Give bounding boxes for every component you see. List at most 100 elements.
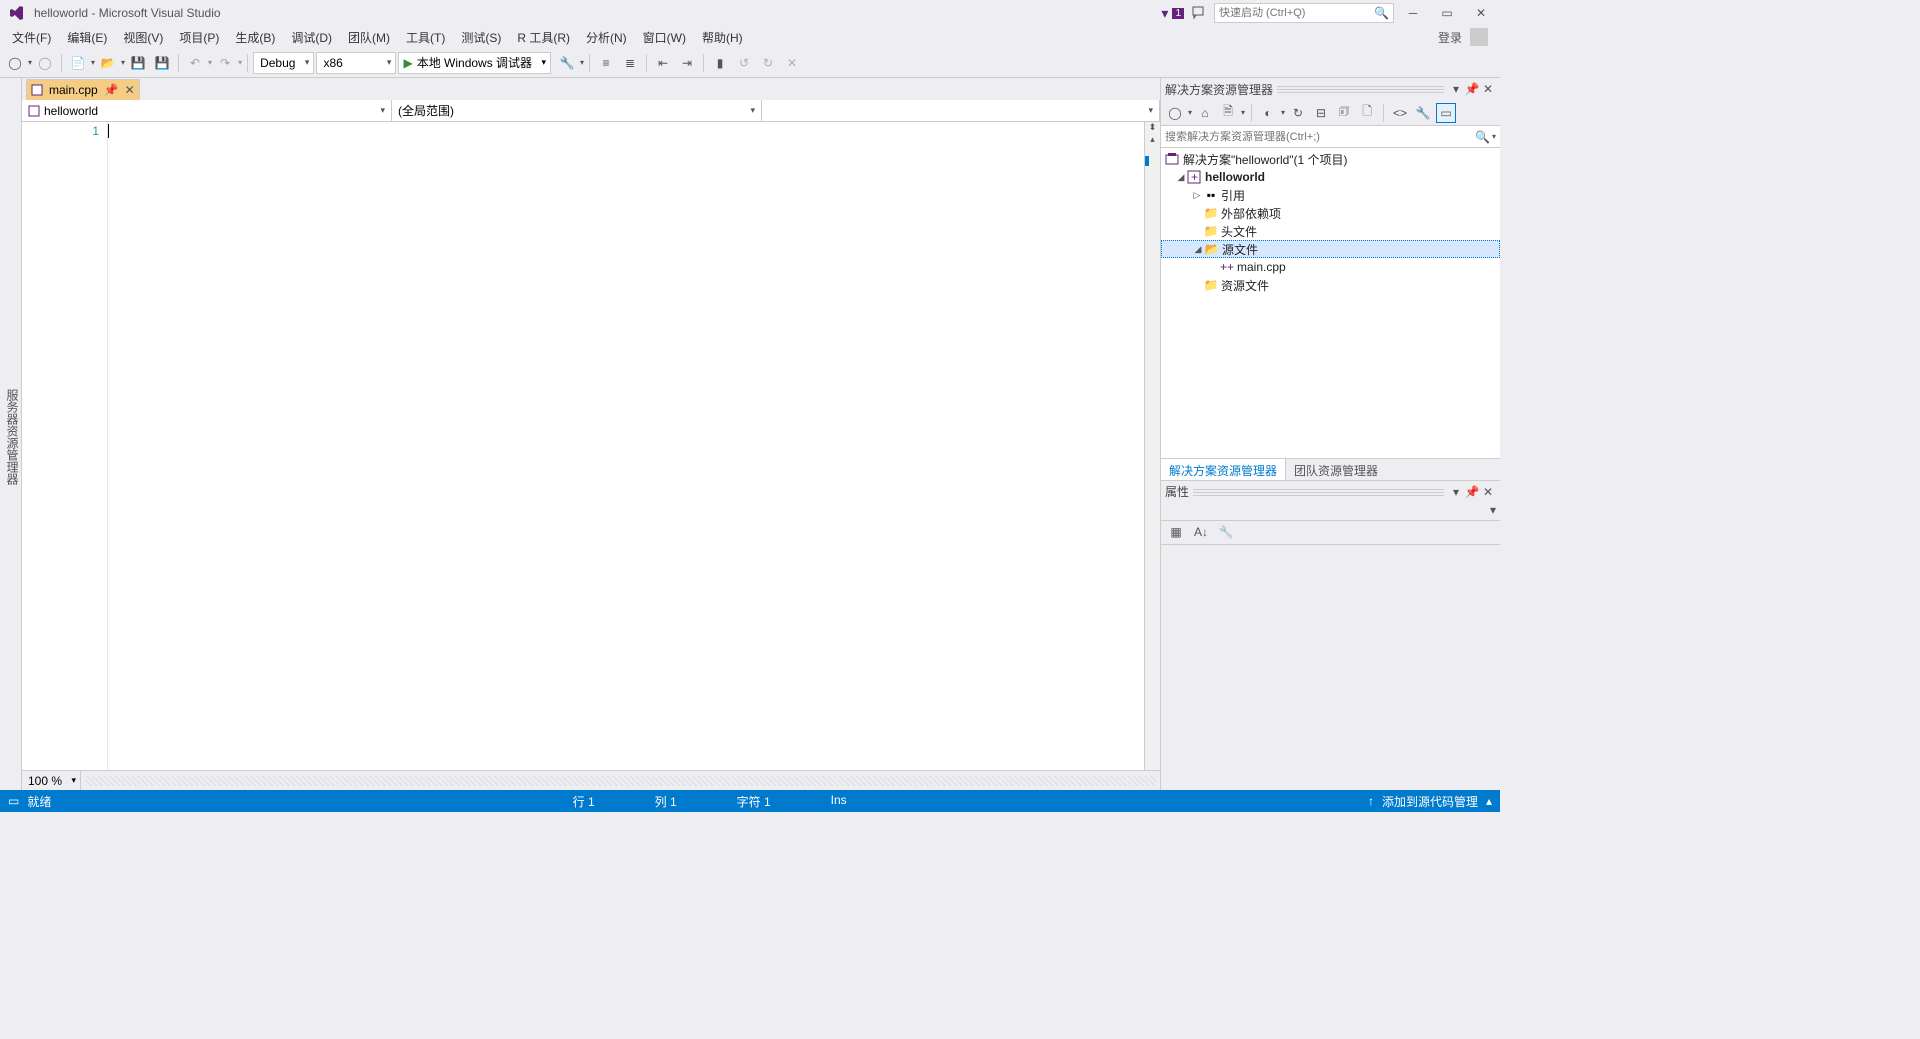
feedback-icon[interactable]: [1188, 2, 1210, 24]
chevron-down-icon[interactable]: ◢: [1192, 244, 1204, 255]
pending-changes-button[interactable]: ◐: [1258, 103, 1278, 123]
new-project-button[interactable]: 📄: [67, 52, 89, 74]
toolbar-icon-6[interactable]: ↺: [733, 52, 755, 74]
nav-scope-dropdown[interactable]: (全局范围): [392, 100, 762, 121]
categorized-button[interactable]: ▦: [1165, 521, 1187, 543]
chevron-up-icon[interactable]: ▴: [1486, 794, 1492, 808]
output-pane-icon[interactable]: ▭: [8, 794, 19, 808]
undo-button[interactable]: ↶: [184, 52, 206, 74]
solution-tree[interactable]: 解决方案"helloworld"(1 个项目) ◢ + helloworld ▷…: [1161, 148, 1500, 458]
scroll-up-icon[interactable]: ▴: [1145, 134, 1160, 145]
open-file-button[interactable]: 📂: [97, 52, 119, 74]
sources-node[interactable]: ◢ 📂 源文件: [1161, 240, 1500, 258]
toolbar-icon-8[interactable]: ✕: [781, 52, 803, 74]
collapse-all-button[interactable]: ⊟: [1311, 103, 1331, 123]
alphabetical-button[interactable]: A↓: [1190, 521, 1212, 543]
panel-close-button[interactable]: ✕: [1480, 82, 1496, 96]
properties-button[interactable]: 🗋: [1357, 103, 1377, 123]
toolbar-icon-bookmark[interactable]: ▮: [709, 52, 731, 74]
zoom-dropdown[interactable]: 100 %: [22, 771, 81, 790]
home-button[interactable]: ⌂: [1195, 103, 1215, 123]
toolbar-icon-1[interactable]: 🔧: [556, 52, 578, 74]
redo-button[interactable]: ↷: [214, 52, 236, 74]
toolbar-icon-3[interactable]: ≣: [619, 52, 641, 74]
footer-grip[interactable]: [85, 776, 1156, 786]
headers-node[interactable]: 📁 头文件: [1161, 222, 1500, 240]
nav-project-dropdown[interactable]: helloworld: [22, 100, 392, 121]
properties-object-dropdown[interactable]: ▾: [1161, 503, 1500, 521]
configuration-dropdown[interactable]: Debug: [253, 52, 314, 74]
tab-team-explorer[interactable]: 团队资源管理器: [1286, 459, 1386, 480]
code-body[interactable]: [108, 122, 1144, 770]
maximize-button[interactable]: ▭: [1432, 3, 1462, 23]
start-debugging-button[interactable]: ▶ 本地 Windows 调试器: [398, 52, 551, 74]
code-editor[interactable]: 1 ⬍ ▴: [22, 122, 1160, 770]
platform-dropdown[interactable]: x86: [316, 52, 396, 74]
view-mode-button[interactable]: ▭: [1436, 103, 1456, 123]
search-icon[interactable]: 🔍: [1475, 130, 1490, 144]
external-deps-node[interactable]: 📁 外部依赖项: [1161, 204, 1500, 222]
save-all-button[interactable]: 💾: [151, 52, 173, 74]
save-button[interactable]: 💾: [127, 52, 149, 74]
sync-button[interactable]: 🗎: [1218, 103, 1238, 123]
menu-build[interactable]: 生成(B): [227, 27, 283, 48]
menu-help[interactable]: 帮助(H): [694, 27, 751, 48]
properties-grid[interactable]: [1161, 545, 1500, 790]
chevron-right-icon[interactable]: ▷: [1191, 190, 1203, 201]
menu-tools[interactable]: 工具(T): [398, 27, 453, 48]
user-avatar-icon[interactable]: [1470, 28, 1488, 46]
search-icon[interactable]: 🔍: [1374, 6, 1389, 20]
menu-debug[interactable]: 调试(D): [283, 27, 340, 48]
quick-launch-input[interactable]: [1219, 7, 1374, 19]
solution-node[interactable]: 解决方案"helloworld"(1 个项目): [1161, 150, 1500, 168]
quick-launch-search[interactable]: 🔍: [1214, 3, 1394, 23]
server-explorer-tab[interactable]: 服务器资源管理器: [4, 389, 21, 485]
preview-button[interactable]: <>: [1390, 103, 1410, 123]
show-all-files-button[interactable]: 🗊: [1334, 103, 1354, 123]
references-node[interactable]: ▷ ▪▪ 引用: [1161, 186, 1500, 204]
menu-project[interactable]: 项目(P): [171, 27, 227, 48]
publish-up-icon[interactable]: ↑: [1368, 794, 1374, 808]
panel-options-button[interactable]: ▾: [1448, 82, 1464, 96]
menu-analyze[interactable]: 分析(N): [578, 27, 635, 48]
notifications-flag-icon[interactable]: ▾: [1161, 5, 1168, 22]
toolbar-icon-7[interactable]: ↻: [757, 52, 779, 74]
panel-close-button[interactable]: ✕: [1480, 485, 1496, 499]
pin-icon[interactable]: 📌: [1464, 485, 1480, 499]
pin-icon[interactable]: 📌: [1464, 82, 1480, 96]
tab-solution-explorer[interactable]: 解决方案资源管理器: [1161, 459, 1286, 480]
minimize-button[interactable]: ─: [1398, 3, 1428, 23]
refresh-button[interactable]: ↻: [1288, 103, 1308, 123]
notifications-count-badge[interactable]: 1: [1172, 8, 1184, 19]
menu-edit[interactable]: 编辑(E): [59, 27, 115, 48]
menu-view[interactable]: 视图(V): [115, 27, 171, 48]
tab-close-button[interactable]: ✕: [125, 83, 135, 97]
solution-search[interactable]: 🔍 ▾: [1161, 126, 1500, 148]
menu-window[interactable]: 窗口(W): [635, 27, 694, 48]
split-handle-icon[interactable]: ⬍: [1145, 122, 1160, 132]
chevron-down-icon[interactable]: ◢: [1175, 172, 1187, 183]
toolbar-icon-4[interactable]: ⇤: [652, 52, 674, 74]
vertical-scrollbar[interactable]: ⬍ ▴: [1144, 122, 1160, 770]
back-button[interactable]: ◯: [1165, 103, 1185, 123]
toolbar-icon-5[interactable]: ⇥: [676, 52, 698, 74]
solution-search-input[interactable]: [1165, 131, 1475, 143]
resources-node[interactable]: 📁 资源文件: [1161, 276, 1500, 294]
menu-rtools[interactable]: R 工具(R): [509, 27, 578, 48]
panel-options-button[interactable]: ▾: [1448, 485, 1464, 499]
wrench-button[interactable]: 🔧: [1413, 103, 1433, 123]
nav-member-dropdown[interactable]: [762, 100, 1160, 121]
menu-test[interactable]: 测试(S): [453, 27, 509, 48]
property-pages-button[interactable]: 🔧: [1215, 521, 1237, 543]
close-button[interactable]: ✕: [1466, 3, 1496, 23]
pin-icon[interactable]: 📌: [104, 83, 119, 97]
project-node[interactable]: ◢ + helloworld: [1161, 168, 1500, 186]
menu-file[interactable]: 文件(F): [4, 27, 59, 48]
sign-in-link[interactable]: 登录: [1438, 29, 1462, 46]
menu-team[interactable]: 团队(M): [340, 27, 398, 48]
toolbar-icon-2[interactable]: ≡: [595, 52, 617, 74]
main-cpp-node[interactable]: ++ main.cpp: [1161, 258, 1500, 276]
source-control-link[interactable]: 添加到源代码管理: [1382, 793, 1478, 810]
nav-forward-button[interactable]: ◯: [34, 52, 56, 74]
nav-back-button[interactable]: ◯: [4, 52, 26, 74]
